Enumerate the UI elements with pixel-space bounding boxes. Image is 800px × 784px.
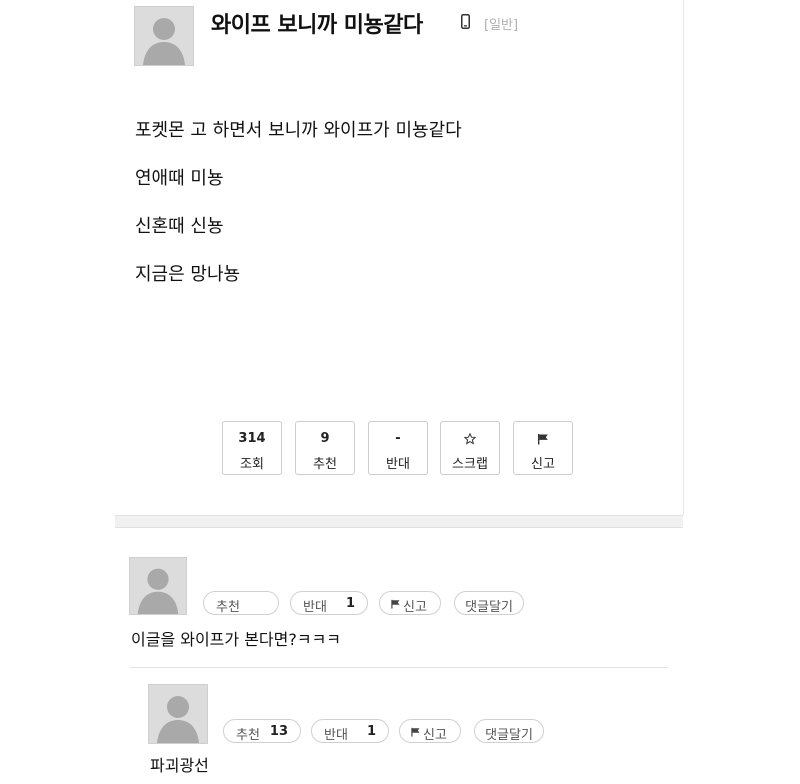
comment-separator	[130, 667, 668, 668]
recommend-count: 13	[269, 724, 288, 739]
default-avatar-icon	[135, 7, 193, 65]
report-label: 신고	[423, 728, 447, 743]
comment-report-button[interactable]: 신고	[379, 591, 441, 615]
oppose-label: 반대	[303, 600, 327, 615]
comment-text: 파괴광선	[150, 756, 209, 775]
reply-label: 댓글달기	[465, 600, 513, 615]
mobile-phone-icon	[461, 14, 470, 29]
flag-icon	[411, 727, 420, 737]
post-category: [일반]	[484, 18, 519, 33]
comment-reply-button[interactable]: 댓글달기	[454, 591, 524, 615]
comment-author-avatar[interactable]	[129, 557, 187, 615]
star-outline-icon	[464, 432, 476, 445]
views-label: 조회	[240, 457, 264, 472]
oppose-count: 1	[366, 724, 376, 739]
recommend-count: 9	[320, 431, 330, 446]
post-comment-divider	[115, 515, 683, 528]
scrap-label: 스크랩	[452, 457, 488, 472]
report-label: 신고	[403, 600, 427, 615]
reply-label: 댓글달기	[485, 728, 533, 743]
comment-author-avatar[interactable]	[148, 684, 208, 744]
recommend-label: 추천	[216, 600, 240, 615]
oppose-button[interactable]: - 반대	[368, 421, 428, 475]
oppose-label: 반대	[386, 457, 410, 472]
comment-recommend-button[interactable]: 추천	[203, 591, 279, 615]
oppose-count: -	[395, 431, 401, 446]
report-label: 신고	[531, 457, 555, 472]
comment-text: 이글을 와이프가 본다면?ㅋㅋㅋ	[131, 630, 342, 649]
oppose-label: 반대	[324, 728, 348, 743]
flag-icon	[538, 433, 548, 444]
default-avatar-icon	[130, 558, 186, 614]
post-title: 와이프 보니까 미뇽같다	[211, 13, 423, 38]
comment-recommend-button[interactable]: 추천 13	[223, 719, 301, 743]
recommend-label: 추천	[236, 728, 260, 743]
views-count: 314	[238, 431, 266, 446]
views-stat-box: 314 조회	[222, 421, 282, 475]
content-right-border	[683, 0, 684, 515]
post-author-avatar[interactable]	[134, 6, 194, 66]
recommend-label: 추천	[313, 457, 337, 472]
post-body-line: 지금은 망나뇽	[135, 264, 241, 285]
comment-oppose-button[interactable]: 반대 1	[290, 591, 368, 615]
report-button[interactable]: 신고	[513, 421, 573, 475]
flag-icon	[391, 599, 400, 609]
post-body-line: 신혼때 신뇽	[135, 216, 224, 237]
recommend-button[interactable]: 9 추천	[295, 421, 355, 475]
post-body-line: 연애때 미뇽	[135, 168, 224, 189]
oppose-count: 1	[345, 596, 355, 611]
post-body-line: 포켓몬 고 하면서 보니까 와이프가 미뇽같다	[135, 120, 462, 141]
default-avatar-icon	[149, 685, 207, 743]
scrap-button[interactable]: 스크랩	[440, 421, 500, 475]
comment-report-button[interactable]: 신고	[399, 719, 461, 743]
comment-reply-button[interactable]: 댓글달기	[474, 719, 544, 743]
comment-oppose-button[interactable]: 반대 1	[311, 719, 389, 743]
